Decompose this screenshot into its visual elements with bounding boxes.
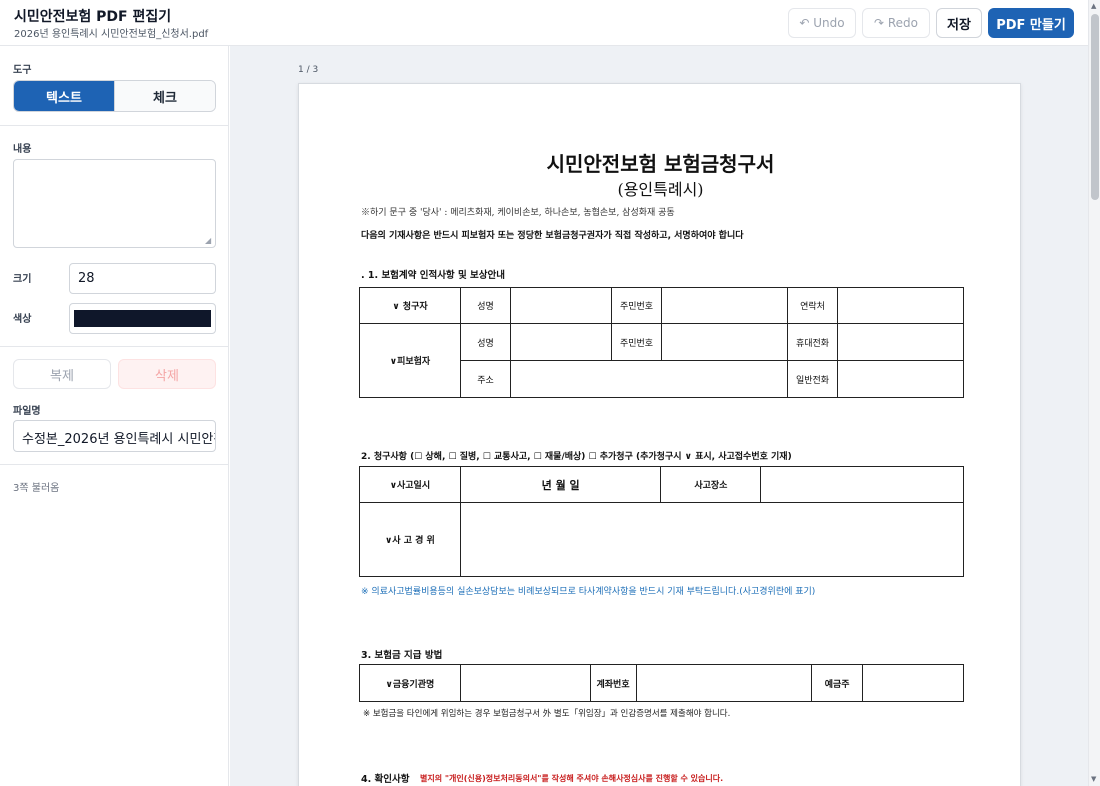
doc-note-insurers: ※하기 문구 중 '당사' : 메리츠화재, 케이비손보, 하나손보, 농협손보… xyxy=(361,208,675,218)
insured-address-cell[interactable] xyxy=(510,360,788,398)
redo-button[interactable]: ↷ Redo xyxy=(862,8,930,38)
claimant-name-cell[interactable] xyxy=(510,287,612,324)
app-title: 시민안전보험 PDF 편집기 xyxy=(14,9,172,25)
page-indicator: 1 / 3 xyxy=(298,65,319,75)
insured-rrn-cell[interactable] xyxy=(661,323,788,361)
scroll-down-icon[interactable]: ▼ xyxy=(1091,775,1096,783)
insured-phone-cell[interactable] xyxy=(837,360,964,398)
color-picker[interactable] xyxy=(69,303,216,334)
insured-rrn-label: 주민번호 xyxy=(611,323,662,361)
save-button[interactable]: 저장 xyxy=(936,8,982,38)
divider xyxy=(0,464,229,465)
section-4-notice: 별지의 "개인(신용)정보처리동의서"를 작성해 주셔야 손해사정심사를 진행할… xyxy=(420,774,724,783)
insured-mobile-cell[interactable] xyxy=(837,323,964,361)
insured-name-label: 성명 xyxy=(460,323,511,361)
bank-label: ∨금융기관명 xyxy=(359,664,461,702)
claimant-name-label: 성명 xyxy=(460,287,511,324)
contract-table: ∨ 청구자 성명 주민번호 연락처 ∨피보험자 성명 주민번호 휴대전화 주소 xyxy=(359,287,964,398)
claimant-rrn-label: 주민번호 xyxy=(611,287,662,324)
section-2-heading: 2. 청구사항 (☐ 상해, ☐ 질병, ☐ 교통사고, ☐ 재물/배상) ☐ … xyxy=(361,452,792,462)
top-bar: 시민안전보험 PDF 편집기 2026년 용인특례시 시민안전보험_신청서.pd… xyxy=(0,0,1100,46)
insured-address-label: 주소 xyxy=(460,360,511,398)
section-1-heading: . 1. 보험계약 인적사항 및 보상안내 xyxy=(361,270,505,281)
section-4-heading: 4. 확인사항 xyxy=(361,774,410,785)
doc-note-proportional: ※ 의료사고법률비용등의 실손보상담보는 비례보상되므로 타사계약사항을 반드시… xyxy=(361,587,816,597)
accident-details-cell[interactable] xyxy=(459,502,965,577)
holder-label: 예금주 xyxy=(811,664,864,702)
tool-selector: 텍스트 체크 xyxy=(13,80,216,112)
holder-cell[interactable] xyxy=(862,664,964,702)
size-input[interactable]: 28 xyxy=(69,263,216,294)
bank-cell[interactable] xyxy=(459,664,591,702)
accident-date-label: ∨사고일시 xyxy=(359,466,461,503)
make-pdf-button[interactable]: PDF 만들기 xyxy=(988,8,1074,38)
status-text: 3쪽 불러옴 xyxy=(13,483,60,494)
filename-input[interactable]: 수정본_2026년 용인특례시 시민안전보험_신청서 xyxy=(13,420,216,452)
color-label: 색상 xyxy=(13,314,32,325)
doc-title: 시민안전보험 보험금청구서 xyxy=(546,152,775,176)
insured-mobile-label: 휴대전화 xyxy=(787,323,838,361)
insured-label: ∨피보험자 xyxy=(359,323,461,398)
undo-button[interactable]: ↶ Undo xyxy=(788,8,856,38)
pdf-page[interactable]: 시민안전보험 보험금청구서 (용인특례시) ※하기 문구 중 '당사' : 메리… xyxy=(298,83,1021,786)
tool-check-button[interactable]: 체크 xyxy=(114,81,215,111)
content-textarea[interactable] xyxy=(13,159,216,248)
accident-details-label: ∨사 고 경 위 xyxy=(359,502,461,577)
claim-table: ∨사고일시 년 월 일 사고장소 ∨사 고 경 위 xyxy=(359,466,965,577)
accident-place-cell[interactable] xyxy=(760,466,964,503)
size-value: 28 xyxy=(78,271,95,286)
sidebar: 도구 텍스트 체크 내용 ◢ 크기 28 색상 복제 삭제 파일명 수정본_20… xyxy=(0,46,229,786)
scroll-up-icon[interactable]: ▲ xyxy=(1091,2,1096,10)
size-label: 크기 xyxy=(13,274,32,285)
filename-label: 파일명 xyxy=(13,406,41,417)
doc-note-delegation: ※ 보험금을 타인에게 위임하는 경우 보험금청구서 外 별도「위임장」과 인감… xyxy=(363,709,731,719)
current-filename: 2026년 용인특례시 시민안전보험_신청서.pdf xyxy=(14,29,209,40)
account-label: 계좌번호 xyxy=(589,664,637,702)
claimant-contact-cell[interactable] xyxy=(837,287,964,324)
duplicate-button[interactable]: 복제 xyxy=(13,359,111,389)
tool-text-button[interactable]: 텍스트 xyxy=(14,81,114,111)
account-cell[interactable] xyxy=(635,664,813,702)
delete-button[interactable]: 삭제 xyxy=(118,359,216,389)
scrollbar[interactable]: ▲ ▼ xyxy=(1088,0,1100,786)
insured-phone-label: 일반전화 xyxy=(787,360,838,398)
accident-place-label: 사고장소 xyxy=(660,466,762,503)
doc-note-instructions: 다음의 기재사항은 반드시 피보험자 또는 정당한 보험금청구권자가 직접 작성… xyxy=(361,231,744,241)
insured-name-cell[interactable] xyxy=(510,323,612,361)
pdf-viewer[interactable]: 1 / 3 시민안전보험 보험금청구서 (용인특례시) ※하기 문구 중 '당사… xyxy=(230,46,1088,786)
content-label: 내용 xyxy=(13,144,32,155)
divider xyxy=(0,125,229,126)
section-3-heading: 3. 보험금 지급 방법 xyxy=(361,650,443,661)
claimant-rrn-cell[interactable] xyxy=(661,287,788,324)
color-swatch xyxy=(74,310,211,327)
scroll-thumb[interactable] xyxy=(1091,14,1099,200)
accident-date-cell[interactable]: 년 월 일 xyxy=(459,466,662,503)
claimant-label: ∨ 청구자 xyxy=(359,287,461,324)
divider xyxy=(0,346,229,347)
tools-label: 도구 xyxy=(13,65,32,76)
claimant-contact-label: 연락처 xyxy=(787,287,838,324)
payment-table: ∨금융기관명 계좌번호 예금주 xyxy=(359,664,964,702)
doc-subtitle: (용인특례시) xyxy=(617,180,704,199)
